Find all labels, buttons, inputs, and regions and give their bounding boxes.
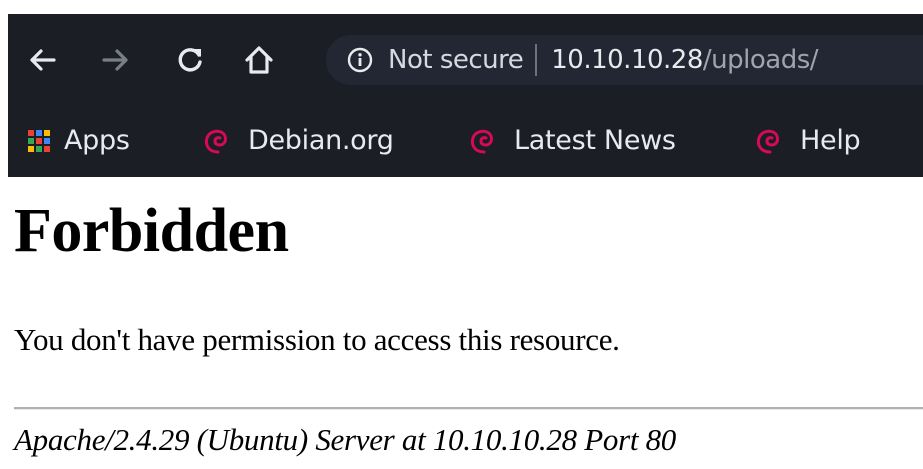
server-signature: Apache/2.4.29 (Ubuntu) Server at 10.10.1… [14, 422, 676, 457]
bookmark-latest-news[interactable]: Latest News [468, 104, 676, 177]
url-host: 10.10.10.28 [551, 45, 703, 75]
debian-swirl-icon [468, 126, 496, 156]
bookmark-label: Latest News [514, 125, 676, 156]
bookmark-debian-org[interactable]: Debian.org [202, 104, 394, 177]
bookmark-help[interactable]: Help [754, 104, 861, 177]
debian-swirl-icon [202, 126, 230, 156]
reload-button[interactable] [168, 38, 212, 82]
bookmark-label: Apps [64, 125, 130, 156]
horizontal-rule [14, 407, 923, 410]
bookmarks-bar: Apps Debian.org Latest News Help [8, 104, 923, 177]
home-icon [245, 46, 273, 74]
bookmark-label: Debian.org [248, 125, 394, 156]
error-message: You don't have permission to access this… [14, 322, 620, 357]
browser-toolbar: Not secure 10.10.10.28/uploads/ [8, 14, 923, 104]
home-button[interactable] [237, 38, 281, 82]
arrow-right-icon [102, 49, 128, 71]
url-path: /uploads/ [702, 45, 819, 75]
url-text[interactable]: 10.10.10.28/uploads/ [551, 45, 818, 75]
omnibox-divider [535, 44, 538, 76]
back-button[interactable] [20, 38, 64, 82]
bookmark-label: Help [800, 125, 861, 156]
bookmark-apps[interactable]: Apps [28, 104, 130, 177]
forward-button[interactable] [94, 38, 138, 82]
arrow-left-icon [30, 49, 56, 71]
info-icon[interactable] [346, 46, 374, 74]
apps-grid-icon [28, 129, 50, 152]
address-bar[interactable]: Not secure 10.10.10.28/uploads/ [326, 35, 923, 85]
debian-swirl-icon [754, 126, 782, 156]
browser-chrome: Not secure 10.10.10.28/uploads/ Apps Deb… [0, 0, 923, 177]
page-title: Forbidden [14, 197, 289, 265]
reload-icon [178, 48, 202, 72]
security-status-label[interactable]: Not secure [388, 45, 524, 75]
